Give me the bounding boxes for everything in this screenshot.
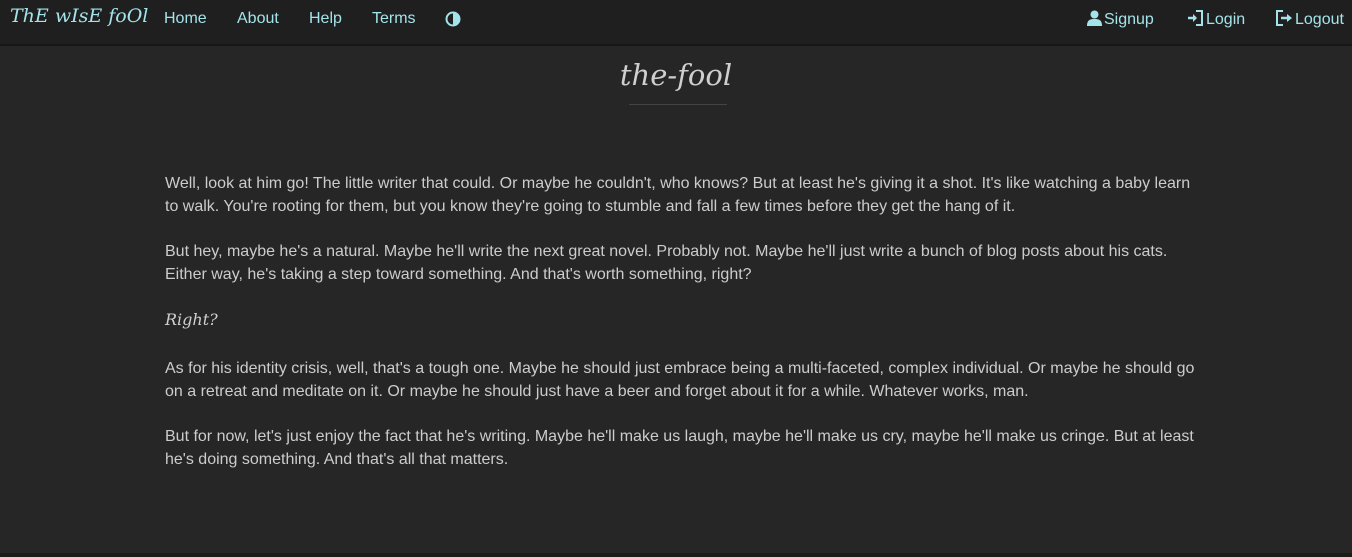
login-link[interactable]: Login xyxy=(1187,10,1245,29)
logout-label: Logout xyxy=(1295,11,1344,28)
paragraph-1: Well, look at him go! The little writer … xyxy=(165,175,1191,215)
paragraph-2: But hey, maybe he's a natural. Maybe he'… xyxy=(165,243,1168,283)
top-navbar: ThE wIsE foOl Home About Help Terms Sign… xyxy=(0,0,1352,46)
post-content: Well, look at him go! The little writer … xyxy=(165,172,1195,493)
nav-help-link[interactable]: Help xyxy=(309,10,342,28)
sign-out-icon xyxy=(1276,10,1292,26)
logout-link[interactable]: Logout xyxy=(1276,10,1344,29)
footer-divider xyxy=(0,553,1352,557)
aside-text: Right? xyxy=(165,310,218,329)
paragraph-4: But for now, let's just enjoy the fact t… xyxy=(165,428,1194,468)
nav-about-link[interactable]: About xyxy=(237,10,279,28)
nav-terms-link[interactable]: Terms xyxy=(372,10,416,28)
nav-home-link[interactable]: Home xyxy=(164,10,207,28)
page-title: the-fool xyxy=(619,58,733,92)
signup-label: Signup xyxy=(1104,11,1154,28)
brand-logo-link[interactable]: ThE wIsE foOl xyxy=(10,5,148,27)
sign-in-icon xyxy=(1188,10,1203,26)
paragraph-3: As for his identity crisis, well, that's… xyxy=(165,360,1195,400)
title-divider xyxy=(629,104,727,105)
user-icon xyxy=(1087,10,1102,26)
theme-toggle-button[interactable] xyxy=(445,11,461,27)
signup-link[interactable]: Signup xyxy=(1087,10,1154,29)
login-label: Login xyxy=(1206,11,1246,28)
half-circle-icon xyxy=(445,11,461,27)
